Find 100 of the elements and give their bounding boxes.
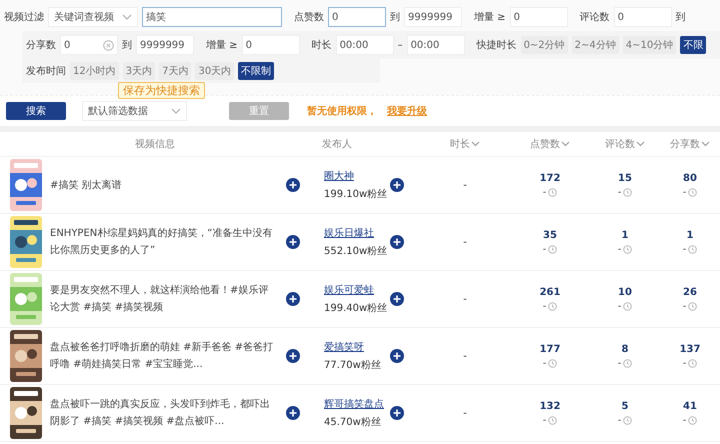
add-icon[interactable] (390, 406, 404, 420)
input-field[interactable]: 0 (614, 7, 672, 27)
add-icon[interactable] (390, 235, 404, 249)
fan-count: 552.10w粉丝 (324, 244, 388, 258)
filter-label: – (398, 40, 403, 50)
count-value: 41 (683, 400, 697, 412)
clock-icon (688, 244, 698, 254)
filter-label: 时长 (312, 38, 332, 52)
clock-icon (548, 188, 558, 196)
author-link[interactable]: 辉哥搞笑盘点 (324, 397, 390, 411)
fan-count: 77.70w粉丝 (324, 358, 382, 372)
delta-value: - (682, 300, 686, 312)
input-field[interactable]: 0 (328, 7, 386, 27)
clock-icon (548, 416, 558, 424)
delta-value: - (682, 414, 686, 426)
clock-icon (623, 244, 632, 254)
author-link[interactable]: 圈大神 (324, 169, 390, 183)
count-value: 35 (543, 230, 557, 240)
delta-value: - (542, 300, 546, 312)
fan-count: 199.40w粉丝 (324, 302, 388, 315)
delta-value: - (542, 244, 546, 254)
count-value: 10 (618, 286, 632, 298)
filter-label: 到 (676, 11, 686, 24)
delta-value: - (618, 300, 622, 312)
add-icon[interactable] (286, 235, 300, 249)
filter-label: 视频过滤 (4, 10, 44, 24)
count-value: 5 (622, 400, 628, 412)
duration-cell: - (463, 236, 467, 248)
video-title: 盘点被爸爸打呼噜折磨的萌娃 #新手爸爸 #爸爸打呼噜 #萌娃搞笑日常 #宝宝睡觉... (50, 340, 274, 372)
add-icon[interactable] (286, 178, 300, 192)
input-field[interactable]: 9999999 (404, 7, 462, 27)
input-field[interactable]: 搞笑 (142, 7, 282, 27)
filter-label: 增量 ≥ (206, 39, 238, 52)
delta-value: - (618, 358, 622, 368)
count-value: 8 (622, 344, 628, 354)
delta-value: - (682, 186, 686, 198)
add-icon[interactable] (390, 178, 404, 192)
filter-chip[interactable]: 0~2分钟 (520, 36, 568, 54)
fan-count: 199.10w粉丝 (324, 188, 388, 201)
caret-icon (122, 14, 132, 20)
input-field[interactable]: 0 (242, 35, 300, 55)
column-header[interactable]: 评论数 (590, 137, 660, 151)
input-field[interactable]: 9999999 (136, 35, 194, 55)
filter-label: 分享数 (26, 38, 56, 52)
add-icon[interactable] (390, 292, 404, 306)
count-value: 1 (686, 230, 694, 240)
author-link[interactable]: 爱搞笑呀 (324, 340, 390, 354)
add-icon[interactable] (286, 292, 300, 306)
input-field[interactable]: 00:00 (336, 35, 394, 55)
delta-value: - (618, 244, 622, 254)
video-title: #搞笑 别太离谱 (50, 178, 123, 192)
input-field[interactable]: 0 (510, 7, 568, 27)
clock-icon (623, 188, 632, 196)
delta-value: - (542, 358, 546, 368)
mode-select[interactable]: 关键词查视频 (48, 7, 138, 27)
duration-cell: - (463, 294, 467, 304)
preset-select[interactable]: 默认筛选数据 (82, 101, 187, 121)
add-icon[interactable] (286, 406, 300, 420)
add-icon[interactable] (390, 349, 404, 363)
duration-cell: - (463, 350, 467, 362)
count-value: 137 (680, 344, 700, 354)
video-title: 要是男友突然不理人，就这样演给他看！#娱乐评论大赏 #搞笑 #搞笑视频 (50, 284, 270, 315)
filter-chip[interactable]: 2~4分钟 (572, 36, 619, 54)
delta-value: - (618, 186, 622, 198)
filter-label: 增量 ≥ (474, 11, 506, 24)
caret-icon (171, 108, 181, 114)
count-value: 26 (683, 286, 697, 298)
filter-chip[interactable]: 7天内 (159, 62, 192, 80)
filter-label: 到 (390, 11, 400, 24)
delta-value: - (618, 414, 622, 426)
add-icon[interactable] (286, 349, 300, 363)
clock-icon (548, 244, 558, 254)
author-link[interactable]: 娱乐可爱蛙 (324, 283, 390, 297)
search-button[interactable]: 搜索 (6, 102, 66, 120)
input-field[interactable]: 0 (60, 35, 118, 55)
count-value: 1 (622, 230, 628, 240)
filter-chip[interactable]: 30天内 (195, 62, 234, 80)
filter-chip[interactable]: 不限制 (238, 62, 274, 80)
clock-icon (688, 302, 698, 310)
count-value: 172 (540, 172, 560, 184)
filter-chip[interactable]: 12小时内 (70, 62, 119, 80)
delta-value: - (682, 244, 686, 254)
column-header: 视频信息 (134, 138, 176, 151)
filter-label: 快捷时长 (476, 38, 517, 52)
column-header[interactable]: 点赞数 (510, 137, 590, 151)
author-link[interactable]: 娱乐日爆社 (324, 226, 390, 240)
delta-value: - (542, 186, 546, 198)
filter-chip[interactable]: 4~10分钟 (622, 36, 676, 54)
column-header[interactable]: 分享数 (660, 137, 720, 151)
input-field[interactable]: 00:00 (406, 35, 465, 55)
filter-label: 点赞数 (294, 10, 324, 24)
fan-count: 45.70w粉丝 (324, 416, 382, 429)
duration-cell: - (463, 180, 467, 190)
delta-value: - (682, 358, 686, 368)
filter-chip[interactable]: 不限 (680, 36, 706, 54)
video-title: ENHYPEN朴综星妈妈真的好搞笑，“准备生中没有比你黑历史更多的人了” (50, 226, 274, 258)
column-header[interactable]: 时长 (420, 137, 510, 151)
filter-label: 发布时间 (26, 64, 66, 78)
duration-cell: - (463, 408, 467, 418)
filter-chip[interactable]: 3天内 (122, 62, 156, 80)
